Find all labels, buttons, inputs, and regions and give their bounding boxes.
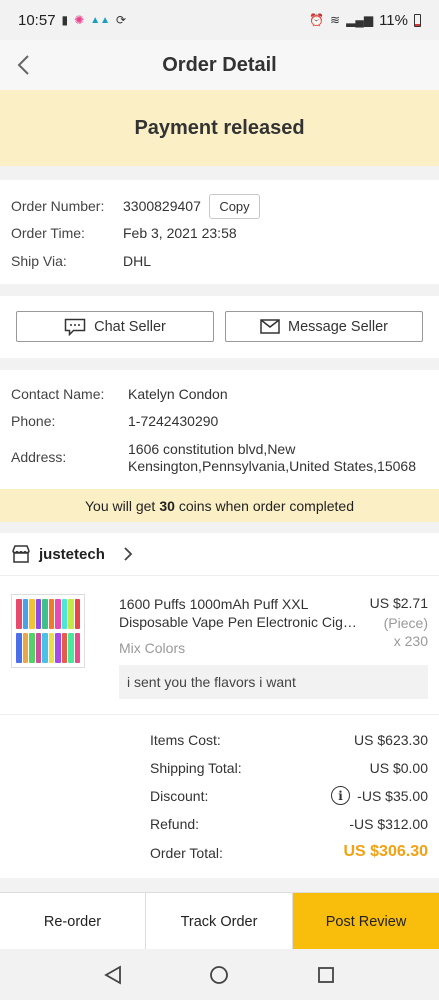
chat-seller-label: Chat Seller — [94, 318, 166, 335]
product-price: US $2.71 — [369, 595, 428, 611]
order-number-label: Order Number: — [11, 198, 105, 214]
signal-icon: ▂▄▆ — [346, 13, 374, 27]
product-quantity: x 230 — [393, 633, 428, 649]
circle-home-icon — [210, 965, 229, 984]
message-seller-label: Message Seller — [288, 318, 388, 335]
wifi-icon: ≋ — [330, 13, 341, 27]
status-bar: 10:57 ▮ ✺ ▲▲ ⟳ ⏰ ≋ ▂▄▆ 11% — [0, 0, 439, 40]
alarm-icon: ⏰ — [309, 13, 325, 27]
chevron-right-icon — [124, 547, 133, 561]
address-label: Address: — [11, 449, 67, 465]
square-recents-icon — [317, 966, 334, 983]
envelope-icon — [260, 319, 280, 334]
payment-status-text: Payment released — [134, 116, 305, 139]
chat-seller-button[interactable]: Chat Seller — [16, 311, 214, 342]
bottom-action-bar: Re-order Track Order Post Review — [0, 892, 439, 950]
info-icon[interactable]: i — [331, 786, 350, 805]
shipping-total-value: US $0.00 — [369, 760, 428, 776]
product-image-row-top — [16, 599, 80, 629]
track-order-button[interactable]: Track Order — [146, 893, 293, 950]
system-home-button[interactable] — [206, 962, 232, 988]
header-bar: Order Detail — [0, 40, 439, 90]
product-title[interactable]: 1600 Puffs 1000mAh Puff XXL Disposable V… — [119, 595, 361, 631]
order-total-value: US $306.30 — [343, 843, 428, 860]
shipping-total-label: Shipping Total: — [150, 760, 242, 776]
ship-via-label: Ship Via: — [11, 253, 67, 269]
page-title: Order Detail — [162, 53, 277, 76]
address-line-1: 1606 constitution blvd,New — [128, 441, 296, 457]
battery-percent: 11% — [379, 11, 408, 29]
coins-suffix: coins when order completed — [178, 497, 354, 514]
items-cost-value: US $623.30 — [354, 732, 428, 748]
system-back-button[interactable] — [100, 962, 126, 988]
order-total-label: Order Total: — [150, 845, 223, 861]
system-nav-bar — [0, 949, 439, 1000]
back-button[interactable] — [10, 52, 36, 78]
divider — [0, 714, 439, 715]
copy-button[interactable]: Copy — [209, 194, 260, 219]
sync-icon: ⟳ — [116, 13, 127, 27]
address-line-2: Kensington,Pennsylvania,United States,15… — [128, 458, 416, 474]
order-time-label: Order Time: — [11, 225, 85, 241]
messenger-icon: ▲▲ — [90, 14, 111, 26]
chat-bubble-icon — [64, 318, 86, 336]
contact-name-value: Katelyn Condon — [128, 386, 228, 402]
buyer-note: i sent you the flavors i want — [119, 665, 428, 699]
store-name: justetech — [39, 545, 105, 563]
phone-value: 1-7242430290 — [128, 413, 219, 429]
product-title-line-1: 1600 Puffs 1000mAh Puff XXL — [119, 596, 309, 612]
refund-label: Refund: — [150, 816, 200, 832]
store-icon — [12, 545, 30, 563]
product-title-line-2: Disposable Vape Pen Electronic Cigarette — [119, 614, 361, 630]
discount-label: Discount: — [150, 788, 209, 804]
order-number-value: 3300829407 — [123, 198, 201, 214]
triangle-back-icon — [104, 964, 122, 985]
store-order-card: justetech 1600 Puffs 1000mAh Puff XXL Di… — [0, 533, 439, 878]
chevron-left-icon — [17, 55, 29, 75]
ship-via-value: DHL — [123, 253, 152, 269]
flower-icon: ✺ — [74, 13, 85, 27]
battery-icon — [414, 13, 421, 27]
shipping-address-card: Contact Name: Katelyn Condon Phone: 1-72… — [0, 370, 439, 489]
status-time: 10:57 — [18, 11, 56, 29]
payment-status-banner: Payment released — [0, 90, 439, 166]
contact-name-label: Contact Name: — [11, 386, 105, 402]
status-right: ⏰ ≋ ▂▄▆ 11% — [309, 12, 421, 29]
product-unit: (Piece) — [383, 615, 428, 631]
coins-amount: 30 — [159, 497, 175, 514]
status-left: 10:57 ▮ ✺ ▲▲ ⟳ — [18, 12, 126, 29]
coins-prefix: You will get — [85, 497, 156, 514]
discount-value: -US $35.00 — [357, 788, 428, 804]
order-info-card: Order Number: 3300829407 Copy Order Time… — [0, 180, 439, 284]
product-image-row-bottom — [16, 633, 80, 663]
phone-label: Phone: — [11, 413, 56, 429]
store-header[interactable]: justetech — [0, 533, 439, 576]
post-review-button[interactable]: Post Review — [293, 893, 439, 950]
system-recents-button[interactable] — [313, 962, 339, 988]
buyer-note-text: i sent you the flavors i want — [127, 674, 296, 690]
product-sku: Mix Colors — [119, 640, 186, 656]
items-cost-label: Items Cost: — [150, 732, 221, 748]
seller-contact-card: Chat Seller Message Seller — [0, 296, 439, 358]
message-seller-button[interactable]: Message Seller — [225, 311, 423, 342]
sim-icon: ▮ — [61, 13, 69, 27]
coins-banner: You will get 30 coins when order complet… — [0, 489, 439, 522]
product-image[interactable] — [11, 594, 85, 668]
order-time-value: Feb 3, 2021 23:58 — [123, 225, 237, 241]
refund-value: -US $312.00 — [349, 816, 428, 832]
reorder-button[interactable]: Re-order — [0, 893, 146, 950]
